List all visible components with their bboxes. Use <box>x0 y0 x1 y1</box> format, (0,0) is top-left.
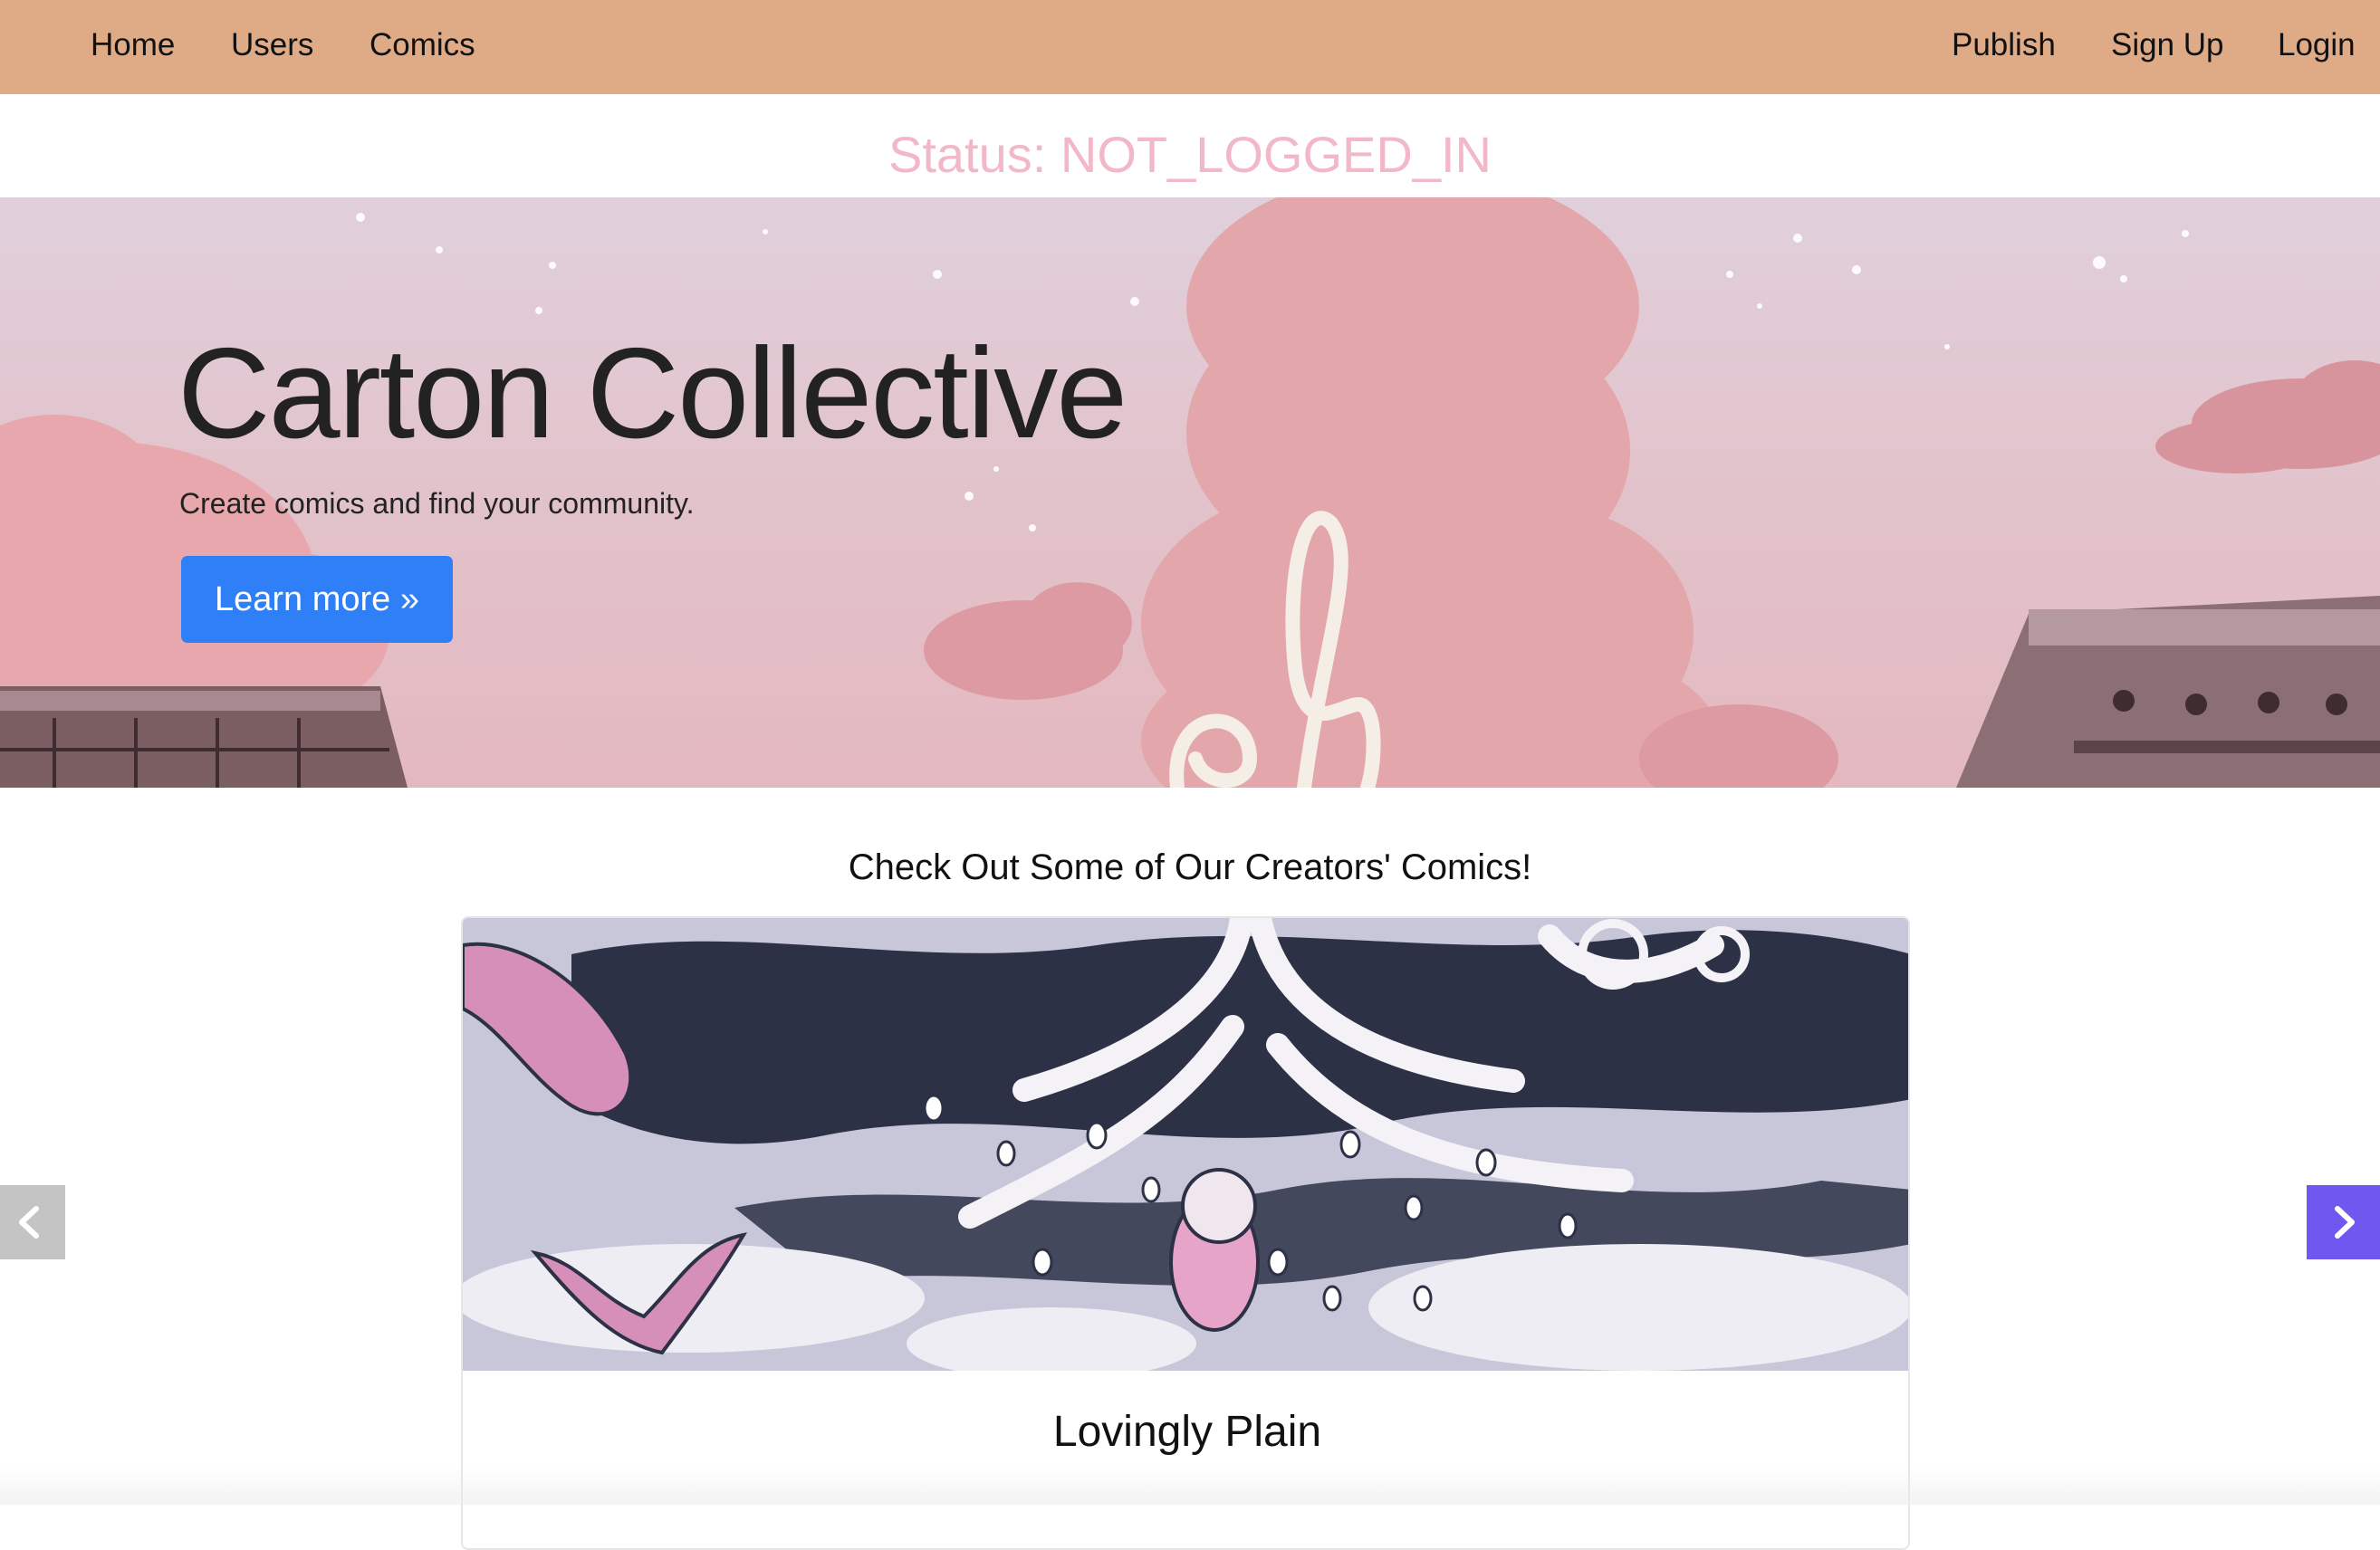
hero-banner: Carton Collective Create comics and find… <box>0 197 2380 788</box>
nav-users-link[interactable]: Users <box>231 0 313 94</box>
hero-title: Carton Collective <box>178 321 1128 465</box>
nav-publish-link[interactable]: Publish <box>1952 0 2056 94</box>
nav-comics-link[interactable]: Comics <box>369 0 475 94</box>
featured-comic-card[interactable]: Lovingly Plain <box>461 916 1910 1550</box>
top-navbar: Home Users Comics Publish Sign Up Login <box>0 0 2380 94</box>
comics-section-title: Check Out Some of Our Creators' Comics! <box>848 847 1532 887</box>
hero-subtitle: Create comics and find your community. <box>179 487 695 520</box>
carousel-next-button[interactable] <box>2307 1185 2380 1259</box>
comic-illustration <box>463 918 1908 1371</box>
nav-signup-link[interactable]: Sign Up <box>2111 0 2224 94</box>
chevron-left-icon <box>19 1206 39 1239</box>
nav-home-link[interactable]: Home <box>91 0 175 94</box>
chevron-right-icon <box>2335 1206 2355 1239</box>
featured-comic-title[interactable]: Lovingly Plain <box>463 1407 1908 1457</box>
nav-login-link[interactable]: Login <box>2278 0 2356 94</box>
featured-comic-image[interactable] <box>463 918 1908 1371</box>
login-status: Status: NOT_LOGGED_IN <box>888 126 1492 183</box>
learn-more-button[interactable]: Learn more » <box>181 556 453 643</box>
carousel-prev-button[interactable] <box>0 1185 65 1259</box>
